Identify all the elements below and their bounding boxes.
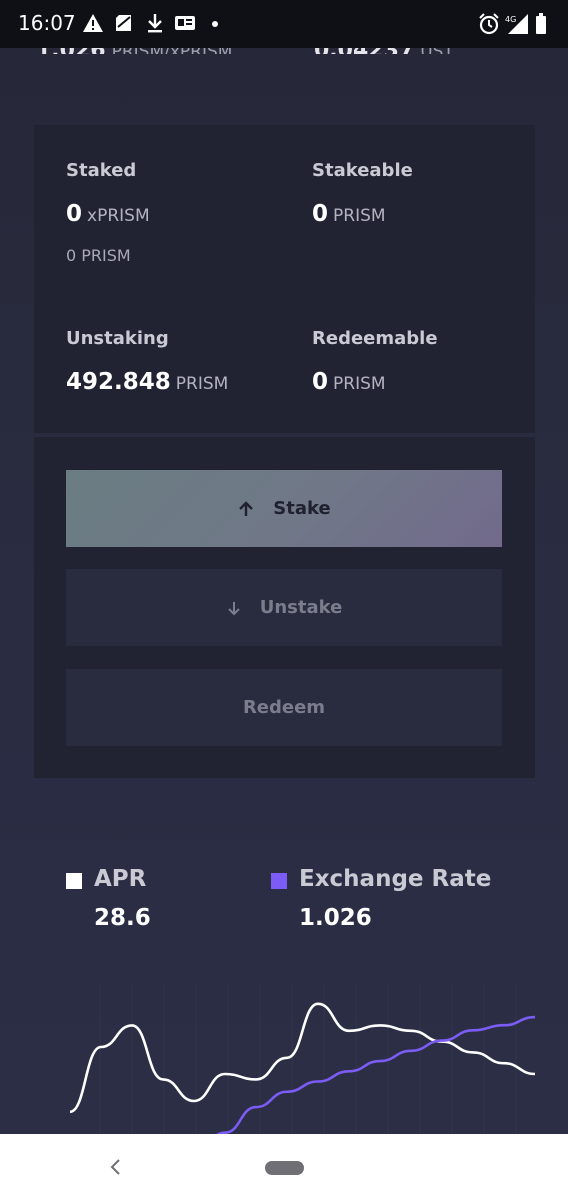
staked-value: 0 xPRISM [66,201,150,227]
notification-dot-icon [212,21,218,27]
stake-button-label: Stake [273,498,331,519]
redeemable-label: Redeemable [312,328,438,349]
stakeable-value: 0 PRISM [312,201,386,227]
svg-text:4G: 4G [505,15,516,24]
chart-grid [99,985,517,1134]
unstaking-unit: PRISM [175,374,229,394]
stake-button[interactable]: Stake [66,470,502,547]
arrow-down-icon [226,600,242,616]
stakeable-amount: 0 [312,201,329,227]
unstake-button-label: Unstake [259,597,343,618]
navigation-bar [0,1134,568,1200]
stakeable-unit: PRISM [333,206,386,226]
redeemable-amount: 0 [312,369,329,395]
apr-legend-label: APR [94,866,147,892]
alarm-icon [478,13,500,39]
unstaking-value: 492.848 PRISM [66,369,228,395]
exchange-rate-value: 1.026 [299,905,372,931]
home-pill-icon[interactable] [265,1161,304,1175]
download-icon [146,13,164,37]
exchange-rate-legend-label: Exchange Rate [299,866,492,892]
staked-amount: 0 [66,201,83,227]
sim-error-icon [114,13,136,37]
redeem-button-label: Redeem [242,697,326,718]
apr-exchange-rate-chart [69,985,536,1134]
redeemable-value: 0 PRISM [312,369,386,395]
signal-4g-icon: 4G [504,13,530,39]
apr-legend-swatch [66,873,82,889]
battery-icon [535,13,547,39]
staked-sub-value: 0 PRISM [66,246,131,265]
staked-label: Staked [66,160,137,181]
warning-icon [82,13,104,37]
staked-unit: xPRISM [87,206,150,226]
back-icon[interactable] [108,1158,124,1180]
redeem-button[interactable]: Redeem [66,669,502,746]
status-bar: 16:07 4G [0,0,568,48]
redeemable-unit: PRISM [333,374,386,394]
apr-line [69,1002,536,1114]
card-divider [34,433,535,437]
unstaking-amount: 492.848 [66,369,171,395]
arrow-up-icon [237,500,255,518]
unstake-button[interactable]: Unstake [66,569,502,646]
chart-lines [69,1002,536,1134]
apr-value: 28.6 [94,905,151,931]
news-icon [174,13,196,37]
exchange-rate-legend-swatch [271,873,287,889]
status-time: 16:07 [18,11,76,35]
stakeable-label: Stakeable [312,160,413,181]
unstaking-label: Unstaking [66,328,169,349]
